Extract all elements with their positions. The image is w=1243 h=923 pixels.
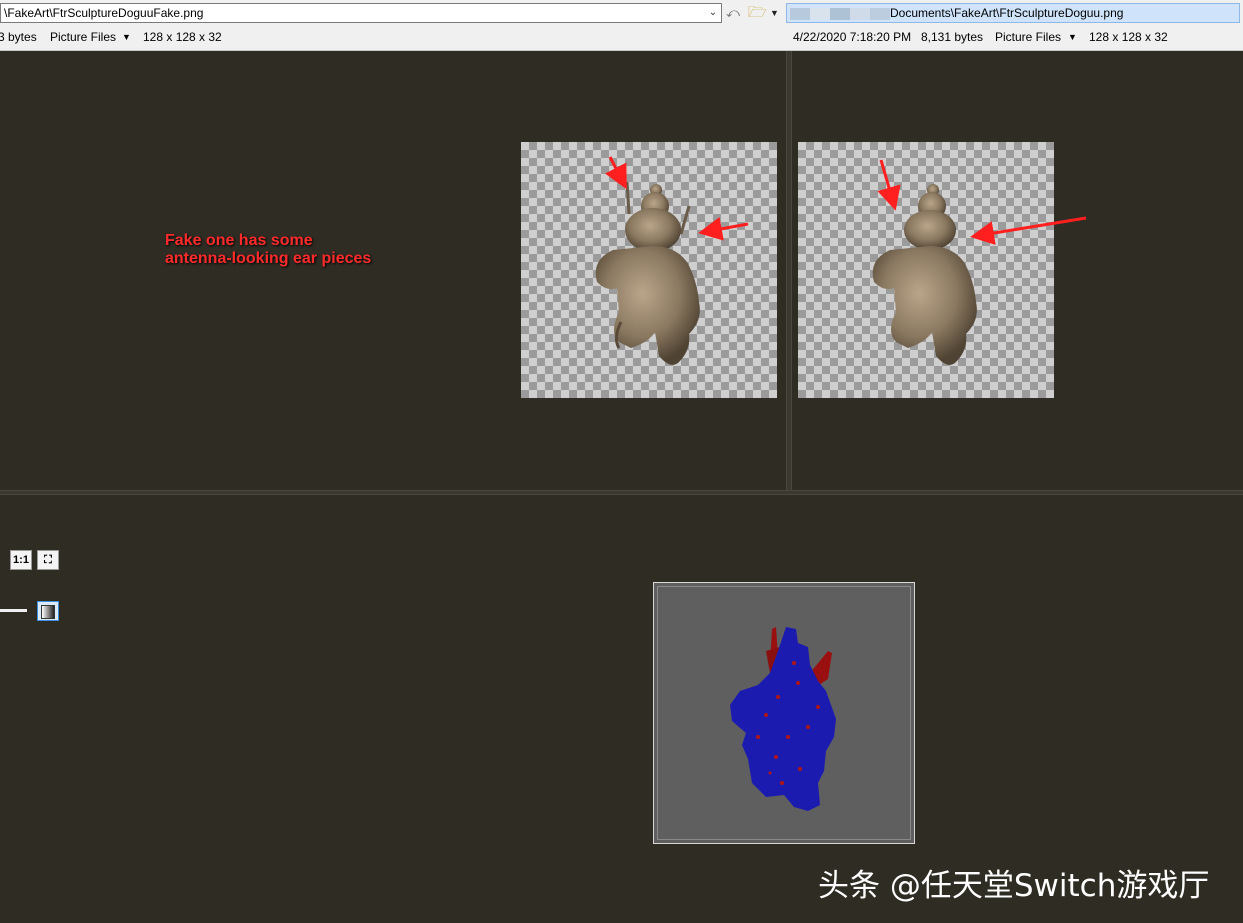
- arrow-left-top: [605, 156, 627, 190]
- arrow-left-right: [698, 216, 749, 241]
- watermark-text: 头条 @任天堂Switch游戏厅: [818, 868, 1210, 904]
- annotation-arrows: [605, 156, 1087, 245]
- difference-image-frame[interactable]: [653, 582, 915, 844]
- fit-to-window-icon[interactable]: ⛶: [37, 550, 59, 570]
- arrow-right-top: [877, 159, 901, 211]
- tolerance-slider[interactable]: [0, 609, 27, 612]
- difference-image-border: [657, 586, 911, 840]
- difference-image: [730, 627, 836, 811]
- actual-size-button[interactable]: 1:1: [10, 550, 32, 570]
- arrow-right-right: [970, 216, 1087, 245]
- gradient-icon[interactable]: [37, 601, 59, 621]
